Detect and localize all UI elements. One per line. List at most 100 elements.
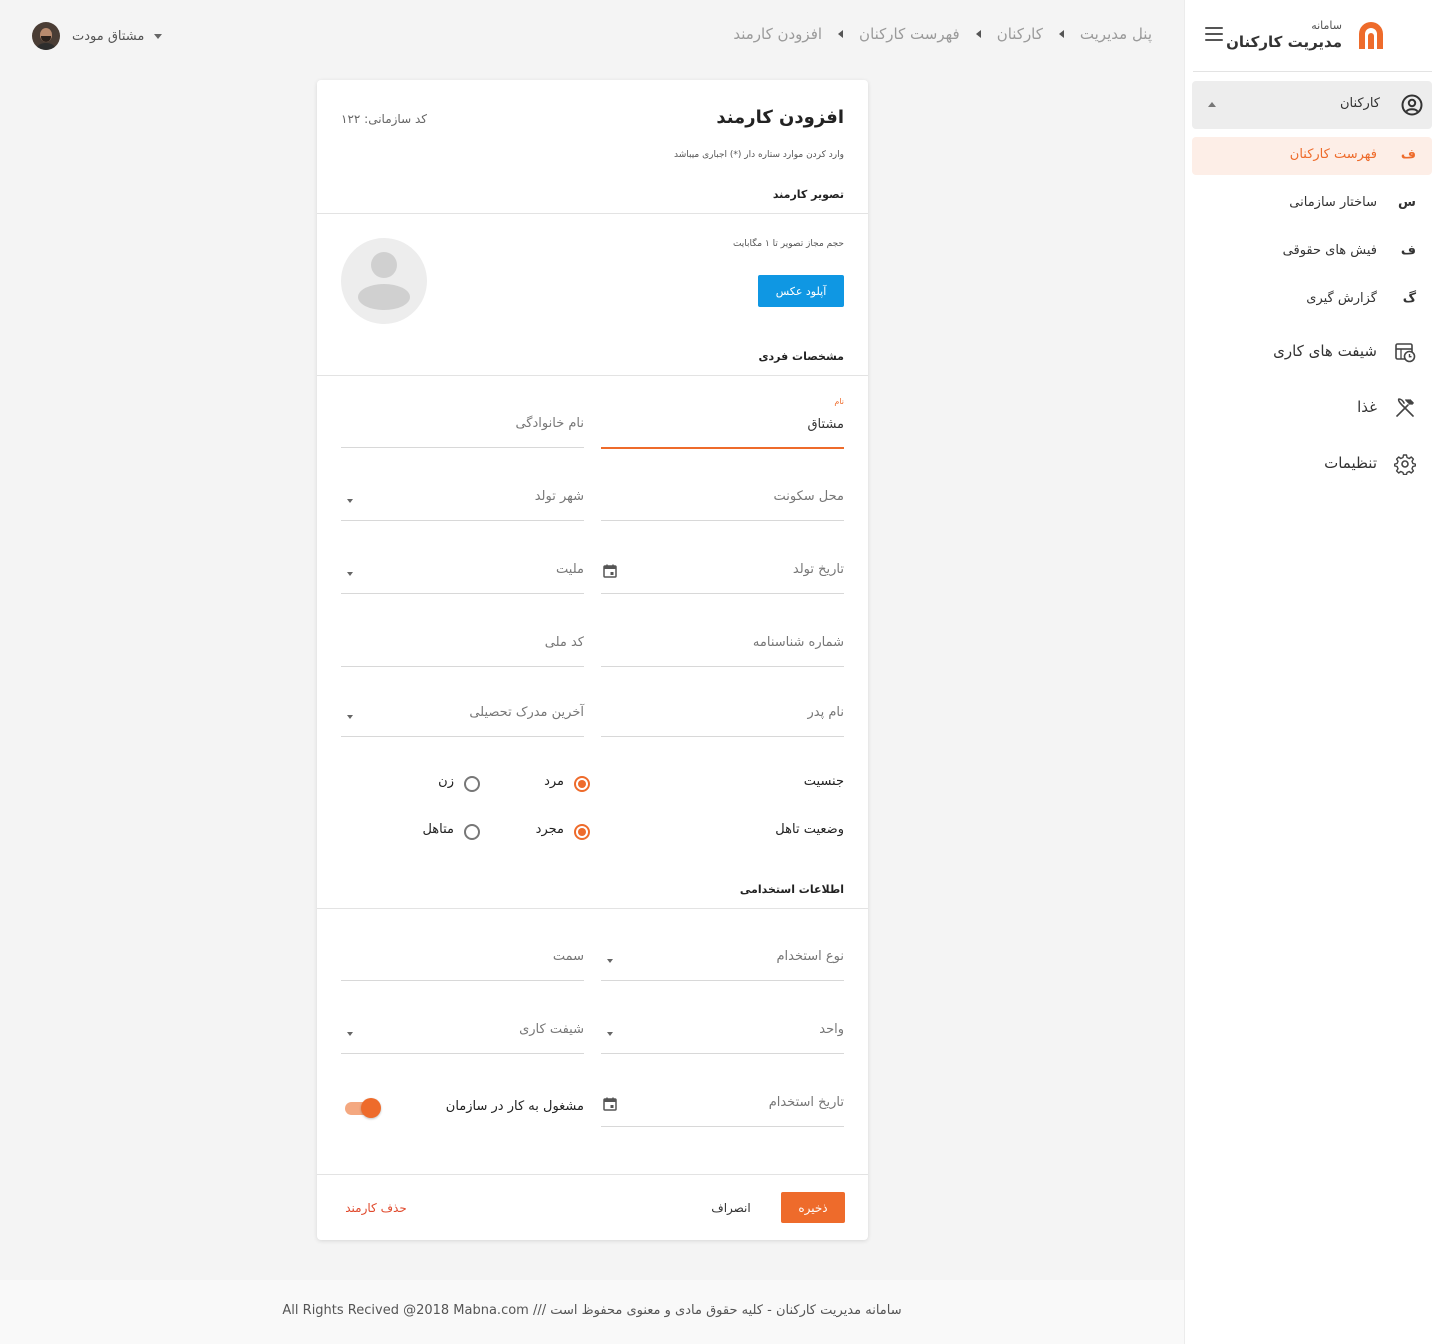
cancel-button[interactable]: انصراف xyxy=(706,1192,756,1223)
gender-female-label: زن xyxy=(438,774,454,789)
save-button[interactable]: ذخیره xyxy=(781,1192,845,1223)
gear-icon xyxy=(1394,454,1416,475)
dropdown-arrow-icon xyxy=(607,1032,613,1036)
sidebar-item-org-structure[interactable]: س ساختار سازمانی xyxy=(1192,185,1432,223)
sidebar: سامانه مدیریت کارکنان کارکنان ف فهرست کا… xyxy=(1184,0,1440,1344)
id-number-field[interactable]: شماره شناسنامه xyxy=(601,627,844,667)
menu-icon[interactable] xyxy=(1205,27,1223,41)
photo-placeholder[interactable] xyxy=(341,238,427,324)
sidebar-item-label: فیش های حقوقی xyxy=(1282,243,1377,258)
breadcrumb-current: افزودن کارمند xyxy=(733,25,823,43)
sidebar-item-settings[interactable]: تنظیمات xyxy=(1192,444,1432,484)
marital-label: وضعیت تاهل xyxy=(775,822,844,837)
chevron-left-icon xyxy=(838,30,844,38)
org-code: کد سازمانی: ۱۲۲ xyxy=(341,112,427,126)
national-code-field[interactable]: کد ملی xyxy=(341,627,584,667)
dropdown-arrow-icon xyxy=(347,715,353,719)
sidebar-item-label: ساختار سازمانی xyxy=(1289,195,1377,210)
divider xyxy=(317,213,868,214)
birth-date-label: تاریخ تولد xyxy=(792,562,844,577)
sidebar-item-label: غذا xyxy=(1357,398,1377,416)
nav-group-employees[interactable]: کارکنان xyxy=(1192,81,1432,129)
nationality-select[interactable]: ملیت xyxy=(341,554,584,594)
calendar-icon[interactable] xyxy=(603,564,617,578)
employment-type-label: نوع استخدام xyxy=(776,949,844,964)
birth-date-field[interactable]: تاریخ تولد xyxy=(601,554,844,594)
nav-group-label: کارکنان xyxy=(1339,96,1380,111)
employment-type-select[interactable]: نوع استخدام xyxy=(601,941,844,981)
first-name-label: نام xyxy=(834,397,844,406)
breadcrumb-item[interactable]: کارکنان xyxy=(997,25,1043,43)
sidebar-item-reports[interactable]: گ گزارش گیری xyxy=(1192,281,1432,319)
gender-female-radio[interactable] xyxy=(464,776,480,792)
education-select[interactable]: آخرین مدرک تحصیلی xyxy=(341,697,584,737)
unit-select[interactable]: واحد xyxy=(601,1014,844,1054)
marital-single-radio[interactable] xyxy=(574,824,590,840)
breadcrumb-item[interactable]: فهرست کارکنان xyxy=(859,25,960,43)
chevron-left-icon xyxy=(1058,30,1064,38)
breadcrumb-item[interactable]: پنل مدیریت xyxy=(1080,25,1152,43)
brand: سامانه مدیریت کارکنان xyxy=(1193,0,1432,72)
last-name-field[interactable]: نام خانوادگی xyxy=(341,408,584,448)
id-number-label: شماره شناسنامه xyxy=(752,635,844,650)
chevron-down-icon xyxy=(154,33,163,39)
position-label: سمت xyxy=(552,949,584,964)
delete-employee-button[interactable]: حذف کارمند xyxy=(341,1192,411,1223)
brand-title: مدیریت کارکنان xyxy=(1226,33,1342,51)
brand-subtitle: سامانه xyxy=(1311,19,1342,32)
gender-male-label: مرد xyxy=(544,774,564,789)
calendar-clock-icon xyxy=(1395,343,1416,363)
position-field[interactable]: سمت xyxy=(341,941,584,981)
father-name-field[interactable]: نام پدر xyxy=(601,697,844,737)
work-shift-label: شیفت کاری xyxy=(519,1022,584,1037)
first-name-field[interactable]: نام مشتاق xyxy=(601,397,844,449)
divider xyxy=(317,1174,868,1175)
add-employee-card: افزودن کارمند کد سازمانی: ۱۲۲ وارد کردن … xyxy=(317,80,868,1240)
sidebar-item-letter: ف xyxy=(1400,243,1416,258)
residence-label: محل سکونت xyxy=(773,489,844,504)
section-title-personal: مشخصات فردی xyxy=(758,350,844,363)
caret-up-icon xyxy=(1208,102,1216,107)
residence-field[interactable]: محل سکونت xyxy=(601,481,844,521)
education-label: آخرین مدرک تحصیلی xyxy=(469,705,584,720)
sidebar-item-letter: گ xyxy=(1402,291,1416,306)
hire-date-label: تاریخ استخدام xyxy=(768,1095,844,1110)
last-name-label: نام خانوادگی xyxy=(515,416,584,431)
sidebar-item-label: گزارش گیری xyxy=(1306,291,1377,306)
page-title: افزودن کارمند xyxy=(716,107,844,128)
divider xyxy=(317,908,868,909)
user-menu[interactable]: مشتاق مودت xyxy=(32,22,163,50)
marital-single-label: مجرد xyxy=(535,822,564,837)
first-name-value: مشتاق xyxy=(807,417,844,432)
birth-city-select[interactable]: شهر تولد xyxy=(341,481,584,521)
upload-photo-button[interactable]: آپلود عکس xyxy=(758,275,844,307)
sidebar-item-label: شیفت های کاری xyxy=(1273,342,1377,360)
gender-label: جنسیت xyxy=(803,774,844,789)
unit-label: واحد xyxy=(819,1022,844,1037)
top-bar: پنل مدیریت کارکنان فهرست کارکنان افزودن … xyxy=(0,0,1184,72)
work-shift-select[interactable]: شیفت کاری xyxy=(341,1014,584,1054)
photo-size-hint: حجم مجاز تصویر تا ۱ مگابایت xyxy=(732,239,844,249)
divider xyxy=(317,375,868,376)
sidebar-item-payslips[interactable]: ف فیش های حقوقی xyxy=(1192,233,1432,271)
national-code-label: کد ملی xyxy=(544,635,584,650)
footer-text: سامانه مدیریت کارکنان - کلیه حقوق مادی و… xyxy=(282,1303,902,1318)
sidebar-item-food[interactable]: غذا xyxy=(1192,388,1432,428)
utensils-icon xyxy=(1396,398,1414,417)
dropdown-arrow-icon xyxy=(347,1032,353,1036)
section-title-photo: تصویر کارمند xyxy=(772,188,844,201)
sidebar-item-label: تنظیمات xyxy=(1324,454,1377,472)
sidebar-item-shifts[interactable]: شیفت های کاری xyxy=(1192,332,1432,372)
sidebar-item-employee-list[interactable]: ف فهرست کارکنان xyxy=(1192,137,1432,175)
hire-date-field[interactable]: تاریخ استخدام xyxy=(601,1087,844,1127)
breadcrumb: پنل مدیریت کارکنان فهرست کارکنان افزودن … xyxy=(733,25,1152,43)
section-title-employment: اطلاعات استخدامی xyxy=(739,883,844,896)
gender-male-radio[interactable] xyxy=(574,776,590,792)
calendar-icon[interactable] xyxy=(603,1097,617,1111)
sidebar-item-letter: س xyxy=(1398,195,1416,210)
marital-married-radio[interactable] xyxy=(464,824,480,840)
page-footer: سامانه مدیریت کارکنان - کلیه حقوق مادی و… xyxy=(0,1280,1184,1344)
birth-city-label: شهر تولد xyxy=(534,489,584,504)
required-hint: وارد کردن موارد ستاره دار (*) اجباری میب… xyxy=(673,150,844,160)
employed-toggle[interactable] xyxy=(343,1098,381,1118)
